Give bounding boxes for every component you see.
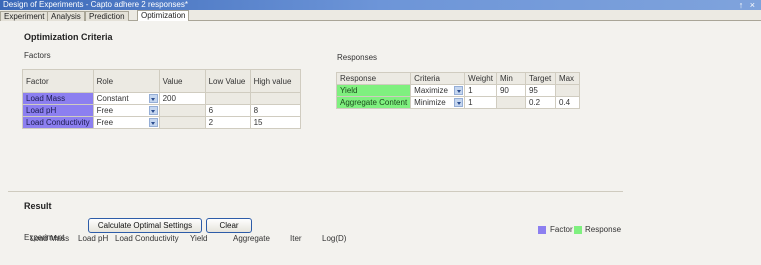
chevron-down-icon[interactable] xyxy=(148,94,158,103)
value-cell xyxy=(158,116,206,129)
target-header: Target xyxy=(524,72,556,85)
max-header: Max xyxy=(554,72,580,85)
max-cell[interactable]: 0.4 xyxy=(554,96,580,109)
window-titlebar: Design of Experiments - Capto adhere 2 r… xyxy=(0,0,761,10)
min-header: Min xyxy=(495,72,526,85)
col-header: Load pH xyxy=(78,234,109,243)
factor-name: Load Mass xyxy=(22,92,94,105)
role-dropdown[interactable]: Free xyxy=(92,116,160,129)
factor-name: Load Conductivity xyxy=(22,116,94,129)
table-row: Load Conductivity Free 2 15 xyxy=(22,116,301,129)
section-divider xyxy=(8,191,623,192)
table-row: Load pH Free 6 8 xyxy=(22,104,301,117)
clear-button[interactable]: Clear xyxy=(206,218,252,233)
criteria-dropdown[interactable]: Minimize xyxy=(410,96,466,109)
tab-analysis[interactable]: Analysis xyxy=(47,11,85,21)
factors-table: Factor Role Value Low Value High value L… xyxy=(22,69,301,129)
role-header: Role xyxy=(92,69,160,93)
role-dropdown[interactable]: Free xyxy=(92,104,160,117)
response-name: Yield xyxy=(335,84,412,97)
factor-legend-label: Factor xyxy=(550,225,573,234)
response-legend-swatch xyxy=(574,226,582,234)
response-legend-label: Response xyxy=(585,225,622,234)
col-header: Log(D) xyxy=(322,234,347,243)
high-value-cell[interactable]: 15 xyxy=(249,116,301,129)
responses-header-row: Response Criteria Weight Min Target Max xyxy=(335,72,580,85)
weight-header: Weight xyxy=(464,72,497,85)
factors-header-row: Factor Role Value Low Value High value xyxy=(22,69,301,93)
tab-prediction[interactable]: Prediction xyxy=(85,11,129,21)
weight-cell[interactable]: 1 xyxy=(464,84,497,97)
criteria-value: Minimize xyxy=(414,98,446,107)
high-value-cell xyxy=(249,92,301,105)
max-cell xyxy=(554,84,580,97)
pin-icon[interactable]: ↑ xyxy=(739,0,744,10)
factor-header: Factor xyxy=(22,69,94,93)
target-cell[interactable]: 95 xyxy=(524,84,556,97)
value-header: Value xyxy=(158,69,206,93)
criteria-value: Maximize xyxy=(414,86,448,95)
high-value-cell[interactable]: 8 xyxy=(249,104,301,117)
col-header: Load Conductivity xyxy=(115,234,179,243)
result-heading: Result xyxy=(24,201,52,211)
target-cell[interactable]: 0.2 xyxy=(524,96,556,109)
tab-strip: Experiment Analysis Prediction Optimizat… xyxy=(0,10,761,21)
chevron-down-icon[interactable] xyxy=(454,98,464,107)
responses-label: Responses xyxy=(337,53,378,62)
col-header: Yield xyxy=(190,234,208,243)
value-cell xyxy=(158,104,206,117)
table-row: Yield Maximize 1 90 95 xyxy=(335,84,580,97)
optimization-criteria-heading: Optimization Criteria xyxy=(24,32,113,42)
factor-name: Load pH xyxy=(22,104,94,117)
close-icon[interactable]: × xyxy=(750,0,755,10)
low-value-cell[interactable]: 2 xyxy=(204,116,251,129)
response-name: Aggregate Content xyxy=(335,96,412,109)
criteria-header: Criteria xyxy=(410,72,466,85)
tab-experiment[interactable]: Experiment xyxy=(0,11,49,21)
col-header: Load Mass xyxy=(30,234,70,243)
role-dropdown[interactable]: Constant xyxy=(92,92,160,105)
chevron-down-icon[interactable] xyxy=(454,86,464,95)
response-header: Response xyxy=(335,72,412,85)
weight-cell[interactable]: 1 xyxy=(464,96,497,109)
optimization-panel: Optimization Criteria Factors Responses … xyxy=(0,21,761,265)
role-value: Constant xyxy=(96,94,129,103)
responses-table: Response Criteria Weight Min Target Max … xyxy=(335,72,580,109)
window-title: Design of Experiments - Capto adhere 2 r… xyxy=(3,0,188,9)
low-value-cell[interactable]: 6 xyxy=(204,104,251,117)
calculate-optimal-settings-button[interactable]: Calculate Optimal Settings xyxy=(88,218,202,233)
factor-legend-swatch xyxy=(538,226,546,234)
chevron-down-icon[interactable] xyxy=(148,106,158,115)
low-value-cell xyxy=(204,92,251,105)
min-cell xyxy=(495,96,526,109)
role-value: Free xyxy=(96,118,114,127)
chevron-down-icon[interactable] xyxy=(148,118,158,127)
factors-label: Factors xyxy=(24,51,51,60)
high-value-header: High value xyxy=(249,69,301,93)
min-cell[interactable]: 90 xyxy=(495,84,526,97)
table-row: Load Mass Constant 200 xyxy=(22,92,301,105)
col-header: Aggregate xyxy=(233,234,270,243)
table-row: Aggregate Content Minimize 1 0.2 0.4 xyxy=(335,96,580,109)
value-cell[interactable]: 200 xyxy=(158,92,206,105)
tab-optimization[interactable]: Optimization xyxy=(137,10,190,21)
role-value: Free xyxy=(96,106,114,115)
low-value-header: Low Value xyxy=(204,69,251,93)
criteria-dropdown[interactable]: Maximize xyxy=(410,84,466,97)
window-controls: ↑ × xyxy=(735,0,755,10)
col-header: Iter xyxy=(290,234,302,243)
